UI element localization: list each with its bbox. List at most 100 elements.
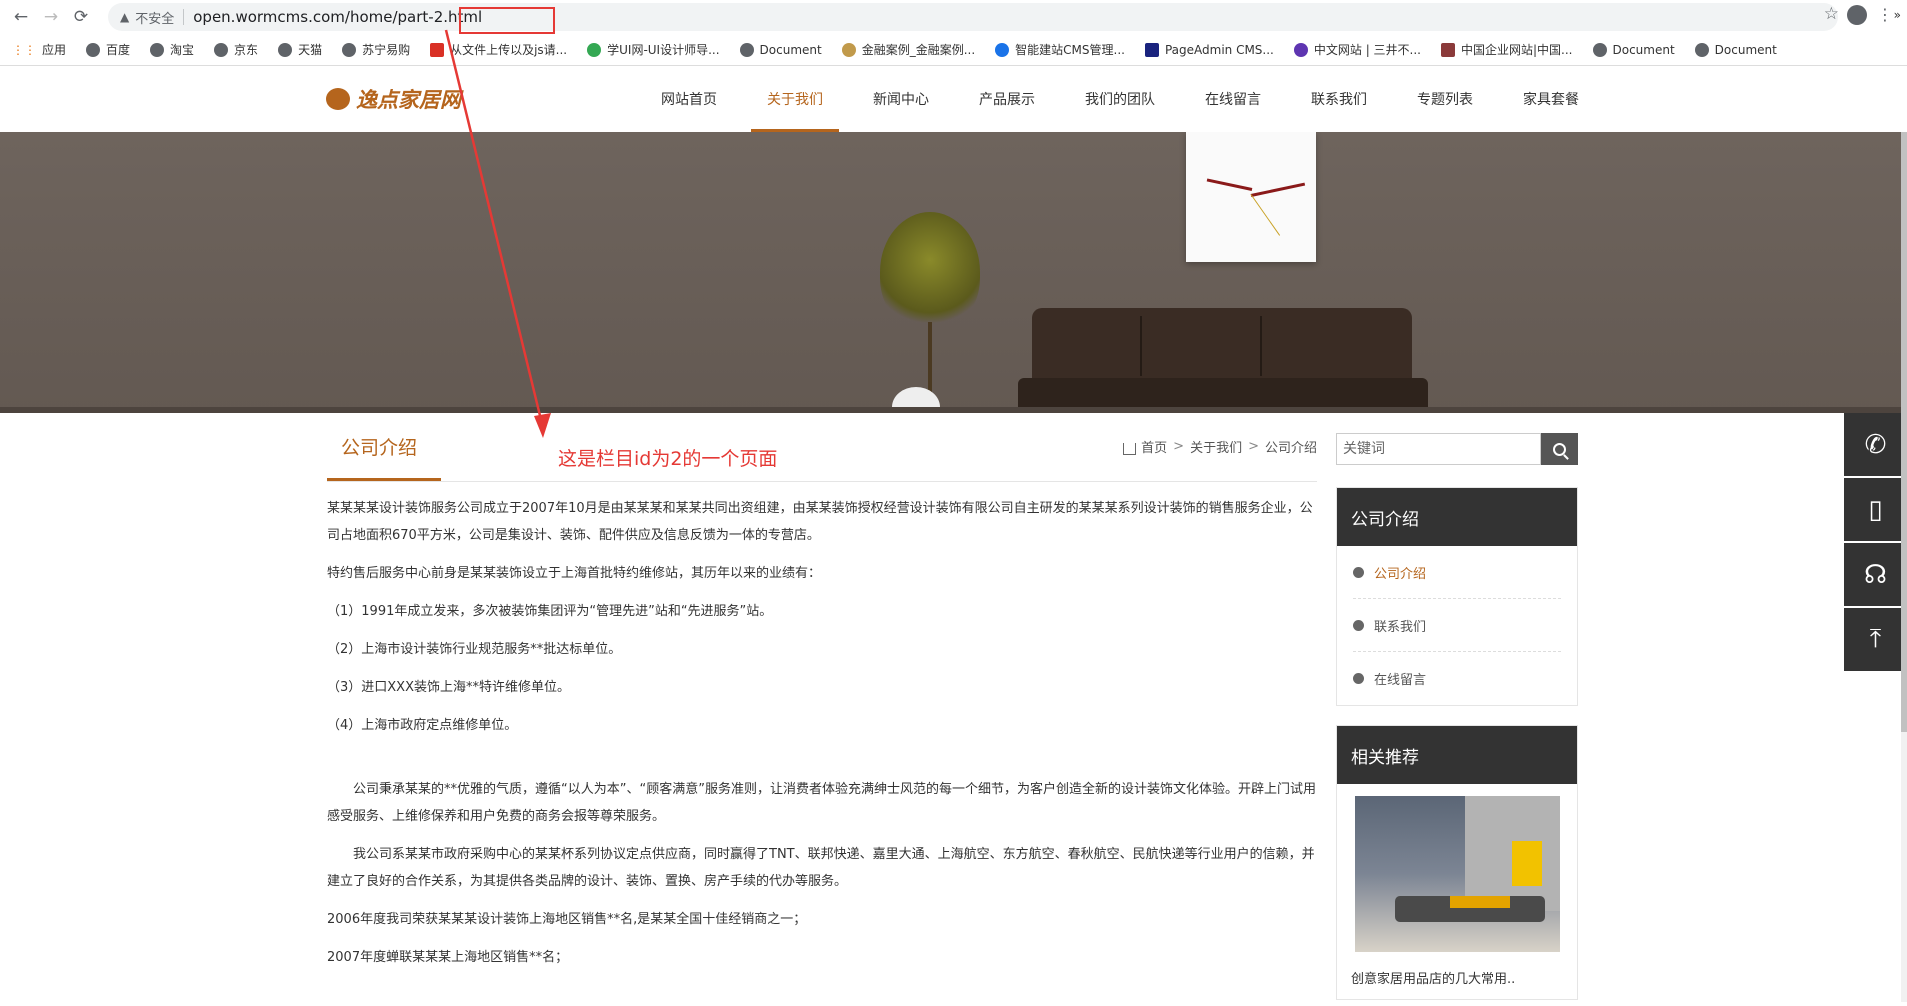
bullet-icon bbox=[1353, 673, 1364, 684]
address-divider bbox=[183, 9, 185, 25]
bookmarks-bar: ⋮⋮ 应用 百度 淘宝 京东 天猫 苏宁易购 从文件上传以及js请... 学UI网-UI设计师导… bbox=[0, 34, 1907, 66]
bookmark-item[interactable]: Document bbox=[1592, 42, 1675, 57]
bookmark-item[interactable]: 智能建站CMS管理... bbox=[995, 41, 1125, 58]
nav-item[interactable]: 联系我们 bbox=[1295, 66, 1383, 132]
globe-icon bbox=[86, 42, 101, 57]
bookmark-item[interactable]: Document bbox=[1694, 42, 1777, 57]
browser-toolbar: ← → ⟳ ▲ 不安全 open.wormcms.com/home/part-2… bbox=[0, 0, 1907, 34]
back-arrow-icon[interactable]: ← bbox=[6, 2, 36, 32]
article-paragraph: 2006年度我司荣获某某某设计装饰上海地区销售**名,是某某全国十佳经销商之一； bbox=[327, 912, 807, 927]
page-title-tab: 公司介绍 bbox=[327, 413, 443, 481]
recommend-panel: 相关推荐 创意家居用品店的几大常用.. bbox=[1336, 725, 1578, 1000]
article-paragraph: 特约售后服务中心前身是某某装饰设立于上海首批特约维修站，其历年以来的业绩有： bbox=[327, 566, 822, 581]
bookmark-label: Document bbox=[1714, 42, 1777, 57]
reload-icon[interactable]: ⟳ bbox=[66, 2, 96, 32]
search-button[interactable] bbox=[1541, 433, 1578, 465]
address-bar[interactable]: ▲ 不安全 open.wormcms.com/home/part-2.html bbox=[108, 3, 1838, 34]
nav-item[interactable]: 产品展示 bbox=[963, 66, 1051, 132]
bookmark-label: 应用 bbox=[42, 43, 67, 57]
breadcrumb-home[interactable]: 首页 bbox=[1141, 437, 1167, 456]
category-item[interactable]: 在线留言 bbox=[1353, 652, 1561, 705]
category-item-label: 在线留言 bbox=[1374, 673, 1427, 688]
bookmark-item[interactable]: 中文网站 | 三井不... bbox=[1293, 41, 1421, 58]
globe-icon bbox=[214, 42, 229, 57]
site-header: 逸点家居网 网站首页 关于我们 新闻中心 产品展示 我们的团队 在线留言 联系我们 专题列表家… bbox=[0, 66, 1907, 132]
category-item[interactable]: 联系我们 bbox=[1353, 599, 1561, 652]
potted-plant-image bbox=[880, 212, 980, 332]
bookmark-item[interactable]: 学UI网-UI设计师导... bbox=[587, 41, 720, 58]
bookmark-item[interactable]: 中国企业网站|中国... bbox=[1441, 41, 1573, 58]
phone-icon[interactable]: ✆ bbox=[1844, 413, 1907, 476]
bookmark-label: Document bbox=[759, 42, 822, 57]
bookmark-item[interactable]: 从文件上传以及js请... bbox=[430, 41, 567, 58]
article-paragraph: 我公司系某某市政府采购中心的某某杯系列协议定点供应商，同时赢得了TNT、联邦快递… bbox=[327, 847, 1315, 889]
bookmark-label: 智能建站CMS管理... bbox=[1015, 43, 1125, 57]
bullet-icon bbox=[1353, 566, 1364, 578]
recommend-thumbnail[interactable] bbox=[1355, 796, 1560, 952]
account-avatar-icon[interactable] bbox=[1847, 5, 1867, 25]
bookmark-item[interactable]: 百度 bbox=[86, 41, 130, 58]
breadcrumb: 首页 > 关于我们 > 公司介绍 bbox=[1123, 437, 1317, 456]
bookmark-item[interactable]: 天猫 bbox=[278, 41, 322, 58]
bookmark-label: 中国企业网站|中国... bbox=[1461, 43, 1573, 57]
browser-menu-icon[interactable]: ⋮ bbox=[1877, 5, 1893, 24]
bookmark-item[interactable]: 淘宝 bbox=[150, 41, 194, 58]
security-label: 不安全 bbox=[135, 11, 175, 27]
green-icon bbox=[587, 42, 602, 57]
category-panel-title: 公司介绍 bbox=[1337, 488, 1577, 546]
bookmark-item[interactable]: PageAdmin CMS... bbox=[1144, 42, 1274, 57]
mobile-icon[interactable]: ▯ bbox=[1844, 478, 1907, 541]
bookmark-label: 学UI网-UI设计师导... bbox=[607, 43, 720, 57]
back-to-top-icon[interactable]: ⤒ bbox=[1844, 608, 1907, 671]
search-box bbox=[1336, 433, 1578, 465]
wall-clock-image bbox=[1186, 132, 1316, 262]
bookmark-item[interactable]: ⋮⋮ 应用 bbox=[12, 41, 66, 58]
category-item-label: 联系我们 bbox=[1374, 619, 1427, 635]
nav-item[interactable]: 网站首页 bbox=[645, 66, 733, 132]
forward-arrow-icon[interactable]: → bbox=[36, 2, 66, 32]
bookmark-label: 淘宝 bbox=[170, 43, 195, 57]
recommend-panel-title: 相关推荐 bbox=[1337, 726, 1577, 784]
bookmark-item[interactable]: 金融案例_金融案例... bbox=[841, 41, 976, 58]
article-paragraph: （2）上海市设计装饰行业规范服务**批达标单位。 bbox=[327, 642, 622, 657]
bookmark-label: 苏宁易购 bbox=[362, 43, 411, 57]
nav-item[interactable]: 新闻中心 bbox=[857, 66, 945, 132]
nav-item[interactable]: 我们的团队 bbox=[1069, 66, 1171, 132]
bullet-icon bbox=[1353, 619, 1364, 631]
globe-icon bbox=[739, 42, 754, 57]
nav-item[interactable]: 家具套餐 bbox=[1507, 66, 1595, 132]
article-paragraph: 2007年度蝉联某某某上海地区销售**名； bbox=[327, 950, 569, 965]
bookmark-item[interactable]: Document bbox=[739, 42, 822, 57]
bookmarks-overflow-icon[interactable]: » bbox=[1894, 8, 1901, 22]
category-item[interactable]: 公司介绍 bbox=[1353, 546, 1561, 599]
globe-icon bbox=[278, 42, 293, 57]
headset-icon[interactable]: ☊ bbox=[1844, 543, 1907, 606]
site-logo[interactable]: 逸点家居网 bbox=[326, 84, 461, 114]
annotation-text: 这是栏目id为2的一个页面 bbox=[558, 448, 778, 470]
main-content: 公司介绍 首页 > 关于我们 > 公司介绍 某某某某设计装饰服务公司成立于200… bbox=[327, 413, 1317, 1006]
paw-icon bbox=[995, 42, 1010, 57]
hero-banner bbox=[0, 132, 1907, 413]
search-input[interactable] bbox=[1336, 433, 1541, 465]
article-paragraph: 某某某某设计装饰服务公司成立于2007年10月是由某某某和某某共同出资组建，由某… bbox=[327, 501, 1313, 543]
bookmark-label: 京东 bbox=[234, 43, 259, 57]
breadcrumb-current[interactable]: 公司介绍 bbox=[1265, 437, 1317, 456]
bookmark-label: Document bbox=[1612, 42, 1675, 57]
bookmark-item[interactable]: 苏宁易购 bbox=[342, 41, 410, 58]
article-paragraph: 公司秉承某某的**优雅的气质，遵循“以人为本”、“顾客满意”服务准则，让消费者体… bbox=[327, 782, 1316, 824]
bookmark-star-icon[interactable]: ☆ bbox=[1824, 4, 1839, 24]
bookmark-label: 天猫 bbox=[298, 43, 323, 57]
nav-item[interactable]: 专题列表 bbox=[1401, 66, 1489, 132]
nav-item[interactable]: 关于我们 bbox=[751, 66, 839, 132]
url-text[interactable]: open.wormcms.com/home/part-2.html bbox=[193, 7, 556, 34]
globe-icon bbox=[1592, 42, 1607, 57]
article-paragraph: （4）上海市政府定点维修单位。 bbox=[327, 718, 518, 733]
search-icon bbox=[1553, 442, 1566, 456]
bookmark-label: 百度 bbox=[106, 43, 131, 57]
bookmark-item[interactable]: 京东 bbox=[214, 41, 258, 58]
scrollbar-thumb[interactable] bbox=[1901, 132, 1907, 732]
breadcrumb-about[interactable]: 关于我们 bbox=[1190, 437, 1242, 456]
nav-item[interactable]: 在线留言 bbox=[1189, 66, 1277, 132]
recommend-caption[interactable]: 创意家居用品店的几大常用.. bbox=[1337, 952, 1577, 999]
bookmark-label: 金融案例_金融案例... bbox=[861, 43, 976, 57]
